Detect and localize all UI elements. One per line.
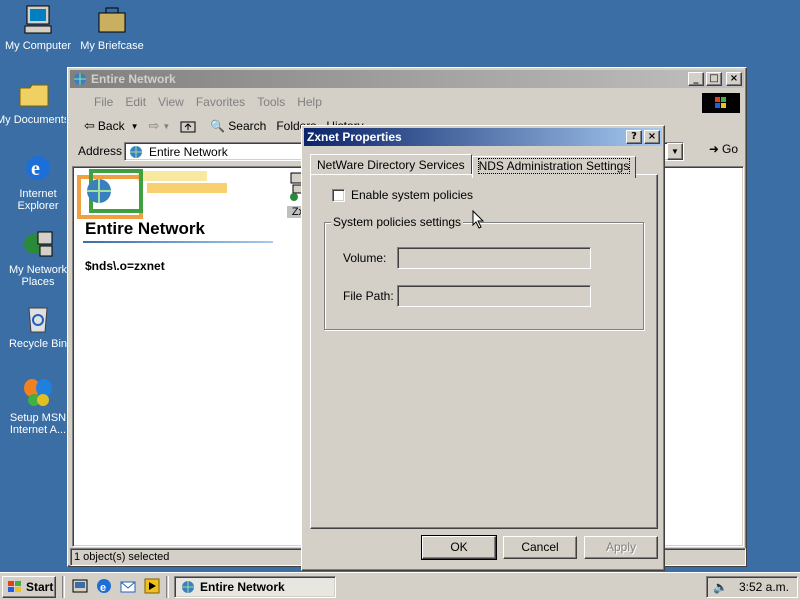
desktop-icon-setup-msn[interactable]: Setup MSN Internet A... [0,376,76,436]
menu-tools[interactable]: Tools [251,95,291,109]
network-places-icon [22,228,54,260]
help-button[interactable]: ? [626,130,642,144]
volume-label: Volume: [343,251,387,265]
quick-launch-divider [62,576,65,598]
status-text: 1 object(s) selected [74,551,170,563]
tab-netware-directory-services[interactable]: NetWare Directory Services [310,154,472,176]
desktop-icon-label: Setup MSN Internet A... [9,412,67,436]
tab-nds-administration-settings[interactable]: NDS Administration Settings [471,156,637,178]
cancel-button[interactable]: Cancel [503,536,577,559]
explorer-title: Entire Network [91,72,176,86]
desktop-icon-label: My Documents [0,114,66,126]
network-globe-icon [182,581,194,593]
desktop-icon-my-briefcase[interactable]: My Briefcase [74,4,150,52]
dialog-tabs: NetWare Directory Services NDS Administr… [310,154,637,178]
checkbox-box[interactable] [332,188,345,202]
dialog-title: Zxnet Properties [307,130,402,144]
volume-field[interactable] [397,247,591,269]
web-pane-title: Entire Network [85,219,205,238]
computer-icon [22,4,54,36]
back-arrow-icon: ⇦ [84,118,95,133]
ie-quicklaunch-icon[interactable]: e [96,578,112,594]
file-path-label: File Path: [343,289,394,303]
chevron-down-icon: ▼ [162,121,171,131]
go-button[interactable]: ➜ Go [709,142,738,156]
msn-butterfly-icon [22,376,54,408]
checkbox-label: Enable system policies [351,188,474,202]
desktop-icon-label: My Network Places [8,264,68,288]
go-arrow-icon: ➜ [708,142,719,156]
volume-speaker-icon[interactable]: 🔈 [713,580,728,594]
chevron-down-icon: ▼ [130,121,139,131]
menu-bar: File Edit View Favorites Tools Help [70,92,746,113]
desktop-icon-label: My Computer [4,40,72,52]
menu-file[interactable]: File [88,95,119,109]
properties-dialog: Zxnet Properties ? × NetWare Directory S… [301,125,665,571]
network-globe-banner-icon [77,169,227,219]
desktop-icon-label: Recycle Bin [8,338,68,350]
address-label: Address [78,144,123,158]
menu-view[interactable]: View [152,95,190,109]
up-folder-icon [180,121,196,133]
dialog-close-button[interactable]: × [644,130,660,144]
enable-system-policies-checkbox[interactable]: Enable system policies [332,188,473,202]
ie-icon: e [22,152,54,184]
forward-button[interactable]: ⇨ ▼ [149,118,171,134]
outlook-express-icon[interactable] [120,578,136,594]
windows-logo-icon [702,93,740,113]
search-icon: 🔍 [210,119,226,133]
system-tray: 🔈 3:52 a.m. [706,576,798,598]
apply-button[interactable]: Apply [584,536,658,559]
minimize-button[interactable]: _ [688,72,704,86]
group-label: System policies settings [331,215,464,229]
network-globe-icon [74,73,86,85]
svg-text:e: e [100,582,106,594]
taskbar: Start e Entire Network 🔈 3:52 a.m. [0,572,800,600]
taskbar-item-entire-network[interactable]: Entire Network [174,576,336,598]
desktop-icon-my-network-places[interactable]: My Network Places [0,228,76,288]
start-button[interactable]: Start [2,576,56,598]
ok-button[interactable]: OK [421,535,497,560]
up-folder-button[interactable] [180,119,196,133]
taskbar-divider [166,576,169,598]
clock[interactable]: 3:52 a.m. [739,580,789,594]
desktop-icon-my-documents[interactable]: My Documents [0,78,72,126]
mouse-cursor-icon [472,210,485,229]
desktop-icon-internet-explorer[interactable]: e Internet Explorer [0,152,76,212]
forward-arrow-icon: ⇨ [148,118,160,133]
desktop-icon-my-computer[interactable]: My Computer [0,4,76,52]
menu-edit[interactable]: Edit [119,95,152,109]
search-button[interactable]: 🔍 Search [210,119,266,133]
media-player-icon[interactable] [144,578,160,594]
address-dropdown-button[interactable]: ▼ [667,143,683,160]
dialog-titlebar[interactable]: Zxnet Properties ? × [304,128,662,146]
back-button[interactable]: ⇦ Back ▼ [84,118,139,134]
maximize-button[interactable]: □ [706,72,722,86]
windows-flag-icon [8,581,21,592]
web-pane-info: $nds\.o=zxnet [85,259,165,273]
file-path-field[interactable] [397,285,591,307]
desktop-icon-label: My Briefcase [80,40,144,52]
desktop-icon-label: Internet Explorer [17,188,59,212]
explorer-titlebar[interactable]: Entire Network _ □ × [70,70,744,88]
web-pane-divider [83,241,273,243]
web-view-pane: Entire Network $nds\.o=zxnet [73,167,278,546]
menu-favorites[interactable]: Favorites [190,95,251,109]
desktop-icon-recycle-bin[interactable]: Recycle Bin [0,302,76,350]
close-button[interactable]: × [726,72,742,86]
documents-folder-icon [18,78,50,110]
network-globe-icon [130,145,142,158]
show-desktop-icon[interactable] [72,578,88,594]
svg-text:e: e [31,158,40,180]
briefcase-icon [96,4,128,36]
menu-help[interactable]: Help [291,95,328,109]
recycle-bin-icon [22,302,54,334]
system-policies-group: System policies settings Volume: File Pa… [324,215,644,330]
